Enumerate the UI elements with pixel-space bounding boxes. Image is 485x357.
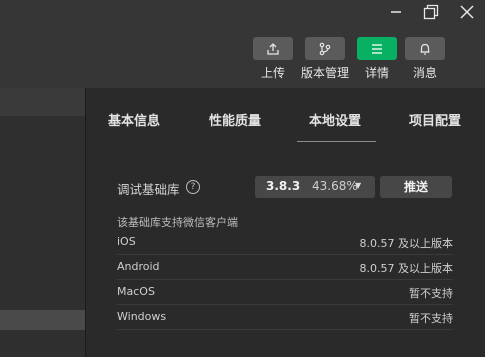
- platform-support: 8.0.57 及以上版本: [359, 262, 453, 275]
- platform-row: Android 8.0.57 及以上版本: [117, 255, 453, 280]
- left-panel-selected-row[interactable]: [0, 310, 85, 330]
- platform-row: MacOS 暂不支持: [117, 280, 453, 305]
- version-management-label: 版本管理: [300, 66, 349, 80]
- messages-label: 消息: [412, 66, 437, 80]
- bell-icon: [420, 43, 430, 55]
- active-tab-indicator: [297, 141, 376, 142]
- platform-name: Android: [117, 260, 160, 273]
- tab-basic-info[interactable]: 基本信息: [108, 110, 160, 129]
- platform-row: iOS 8.0.57 及以上版本: [117, 230, 453, 255]
- messages-button[interactable]: [405, 37, 445, 60]
- platform-row: Windows 暂不支持: [117, 305, 453, 330]
- maximize-button[interactable]: [416, 0, 446, 24]
- tab-local-settings[interactable]: 本地设置: [309, 110, 361, 129]
- details-button[interactable]: [357, 37, 397, 60]
- platform-support: 暂不支持: [409, 312, 453, 325]
- upload-icon: [267, 42, 279, 55]
- platform-name: MacOS: [117, 285, 155, 298]
- close-icon: [460, 5, 474, 19]
- close-button[interactable]: [452, 0, 482, 24]
- platform-name: Windows: [117, 310, 167, 323]
- lib-version-value: 3.8.3: [266, 179, 301, 193]
- tab-project-config[interactable]: 项目配置: [409, 110, 461, 129]
- minimize-button[interactable]: [381, 0, 411, 24]
- title-bar: 上传 版本管理 详情 消息: [0, 0, 485, 88]
- platform-name: iOS: [117, 235, 136, 248]
- branch-icon: [319, 42, 331, 55]
- lib-version-select[interactable]: 3.8.3 43.68% ▼: [255, 176, 375, 198]
- help-icon[interactable]: ?: [186, 180, 200, 194]
- chevron-down-icon: ▼: [355, 181, 362, 190]
- upload-label: 上传: [260, 66, 285, 80]
- menu-icon: [372, 43, 382, 54]
- version-management-button[interactable]: [305, 37, 345, 60]
- lib-version-percent: 43.68%: [312, 179, 358, 193]
- platform-support: 8.0.57 及以上版本: [359, 237, 453, 250]
- left-panel-header: [0, 88, 85, 116]
- debug-lib-label: 调试基础库: [117, 182, 180, 197]
- details-panel: 基本信息 性能质量 本地设置 项目配置 调试基础库 ? 3.8.3 43.68%…: [86, 88, 485, 357]
- maximize-icon: [423, 4, 439, 20]
- details-label: 详情: [364, 66, 389, 80]
- upload-button[interactable]: [253, 37, 293, 60]
- left-panel: [0, 88, 85, 357]
- push-button[interactable]: 推送: [380, 176, 452, 198]
- platform-support: 暂不支持: [409, 287, 453, 300]
- tab-performance-quality[interactable]: 性能质量: [209, 110, 261, 129]
- minimize-icon: [391, 11, 401, 13]
- support-title: 该基础库支持微信客户端: [117, 216, 238, 229]
